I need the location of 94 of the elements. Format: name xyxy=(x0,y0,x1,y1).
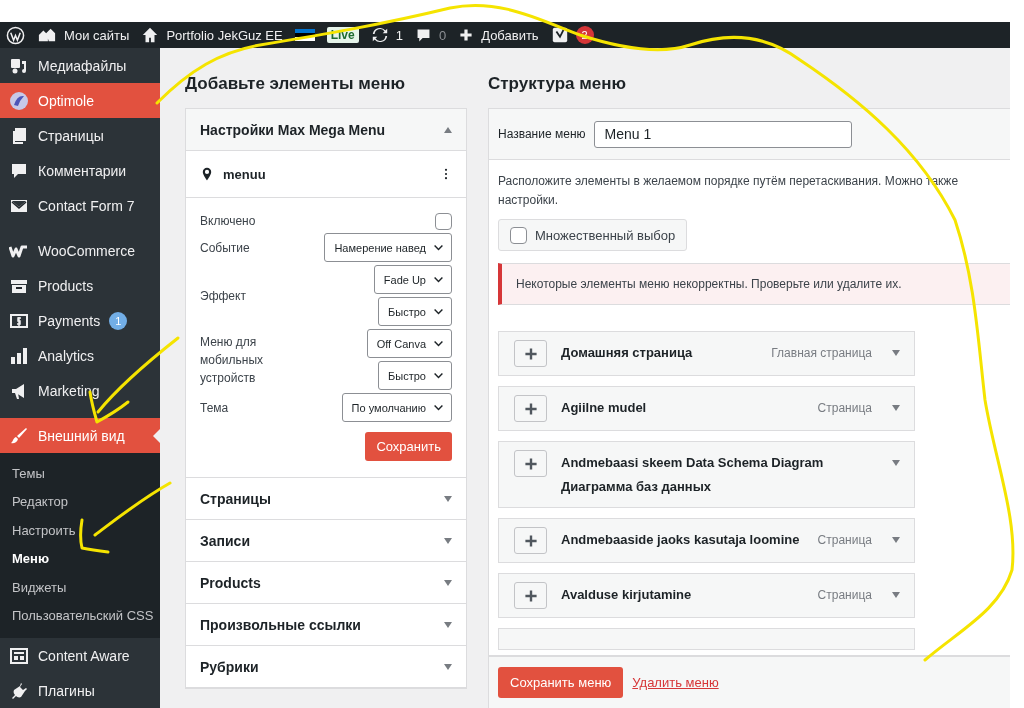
menu-item-type: Главная страница xyxy=(771,345,872,362)
accordion-header[interactable]: Произвольные ссылки xyxy=(186,604,466,646)
menu-item-title: Andmebaasi skeem Data Schema Diagram Диаграмма баз данных xyxy=(561,454,825,496)
select-field[interactable]: Fade Up xyxy=(373,265,452,294)
select-field[interactable]: Быстро xyxy=(378,297,452,326)
sidebar-item[interactable]: WooCommerce xyxy=(0,233,160,268)
sidebar-item[interactable]: Комментарии xyxy=(0,153,160,188)
plus-icon xyxy=(458,27,475,43)
menu-item-type: Страница xyxy=(817,587,872,604)
expand-icon xyxy=(892,350,900,356)
accordion-header[interactable]: Настройки Max Mega Menu xyxy=(186,109,466,151)
error-notice: Некоторые элементы меню некорректны. Проверьте или удалите их. xyxy=(498,263,1010,305)
sidebar-item[interactable]: Внешний вид xyxy=(0,418,160,453)
expand-icon xyxy=(892,405,900,411)
setting-label: Меню для мобильных устройств xyxy=(200,333,264,387)
field-label: Название меню xyxy=(498,127,586,141)
plus-icon xyxy=(522,455,539,472)
plus-icon xyxy=(522,532,539,549)
submenu-item[interactable]: Редактор xyxy=(0,487,160,516)
accordion-header[interactable]: Products xyxy=(186,562,466,604)
menu-item-card[interactable]: Avalduse kirjutamine Страница xyxy=(498,573,915,618)
bulk-select-button[interactable]: Множественный выбор xyxy=(498,219,688,251)
my-sites-link[interactable]: Мои сайты xyxy=(64,27,130,43)
checkbox[interactable] xyxy=(510,226,527,244)
menu-item-card[interactable]: Домашняя страница Главная страница xyxy=(498,331,915,376)
location-name: menuu xyxy=(223,166,266,182)
submenu-item[interactable]: Меню xyxy=(0,544,160,573)
site-name-link[interactable]: Portfolio JekGuz EE xyxy=(166,27,283,43)
menu-item-type: Страница xyxy=(817,400,872,417)
sidebar-item[interactable]: Payments 1 xyxy=(0,303,160,338)
save-button[interactable]: Сохранить xyxy=(365,432,452,461)
section-heading: Добавьте элементы меню xyxy=(185,74,407,94)
updates-count[interactable]: 1 xyxy=(395,27,403,43)
accordion-header[interactable]: Страницы xyxy=(186,478,466,520)
plus-icon xyxy=(522,345,539,362)
refresh-icon xyxy=(370,26,389,44)
submenu-item[interactable]: Темы xyxy=(0,459,160,488)
sidebar-item[interactable]: Content Aware xyxy=(0,638,160,673)
delete-menu-link[interactable]: Удалить меню xyxy=(632,675,719,690)
select-field[interactable]: Намерение навед xyxy=(324,233,452,262)
setting-label: Включено xyxy=(200,213,257,230)
bar-chart-icon xyxy=(9,345,29,366)
sidebar-item[interactable]: Marketing xyxy=(0,373,160,408)
checkbox[interactable] xyxy=(435,212,452,230)
sidebar-item[interactable]: Медиафайлы xyxy=(0,48,160,83)
pin-icon xyxy=(200,166,214,182)
menu-item-title: Agiilne mudel xyxy=(561,399,648,417)
select-field[interactable]: Быстро xyxy=(378,361,452,390)
select-field[interactable]: Off Canva xyxy=(366,329,452,358)
menu-name-field[interactable]: Menu 1 xyxy=(593,120,852,148)
add-icon-button[interactable] xyxy=(514,395,547,422)
setting-label: Событие xyxy=(200,239,251,257)
add-icon-button[interactable] xyxy=(514,450,547,477)
home-icon xyxy=(141,26,160,44)
menu-item-title: Andmebaaside jaoks kasutaja loomine xyxy=(561,531,801,549)
description-text: настройки. xyxy=(498,192,560,209)
layout-icon xyxy=(9,645,29,666)
menu-item-title: Avalduse kirjutamine xyxy=(561,586,693,604)
submenu-item[interactable]: Пользовательский CSS xyxy=(0,601,160,630)
accordion-header[interactable]: Записи xyxy=(186,520,466,562)
setting-label: Тема xyxy=(200,399,230,417)
add-icon-button[interactable] xyxy=(514,582,547,609)
sidebar-item[interactable]: Contact Form 7 xyxy=(0,188,160,223)
flag-icon xyxy=(294,29,315,41)
sidebar-item[interactable]: Optimole xyxy=(0,83,160,118)
select-field[interactable]: По умолчанию xyxy=(341,393,452,422)
add-icon-button[interactable] xyxy=(514,527,547,554)
menu-item-card[interactable]: Agiilne mudel Страница xyxy=(498,386,915,431)
plus-icon xyxy=(522,400,539,417)
expand-icon xyxy=(892,592,900,598)
submenu-item[interactable]: Виджеты xyxy=(0,573,160,602)
sidebar-item[interactable]: Analytics xyxy=(0,338,160,373)
menu-item-card[interactable]: Andmebaaside jaoks kasutaja loomine Страница xyxy=(498,518,915,563)
menu-item-type: Страница xyxy=(817,532,872,549)
sidebar-item[interactable]: Products xyxy=(0,268,160,303)
save-menu-button[interactable]: Сохранить меню xyxy=(498,667,624,698)
add-icon-button[interactable] xyxy=(514,340,547,367)
houses-icon xyxy=(37,26,57,44)
section-heading: Структура меню xyxy=(488,74,628,94)
setting-label: Эффект xyxy=(200,287,247,305)
expand-icon xyxy=(892,537,900,543)
brush-icon xyxy=(9,425,29,446)
count-badge: 1 xyxy=(109,311,128,330)
accordion-header[interactable]: Рубрики xyxy=(186,646,466,688)
new-link[interactable]: Добавить xyxy=(481,27,539,43)
expand-icon xyxy=(892,460,900,466)
sidebar-item[interactable]: Страницы xyxy=(0,118,160,153)
menu-item-title: Домашняя страница xyxy=(561,344,694,362)
sidebar-item[interactable]: Плагины xyxy=(0,673,160,708)
plus-icon xyxy=(522,587,539,604)
menu-item-card[interactable]: Andmebaasi skeem Data Schema Diagram Диаграмма баз данных xyxy=(498,441,915,508)
submenu-item[interactable]: Настроить xyxy=(0,516,160,545)
comments-count[interactable]: 0 xyxy=(438,27,447,43)
wordpress-icon xyxy=(6,25,25,45)
